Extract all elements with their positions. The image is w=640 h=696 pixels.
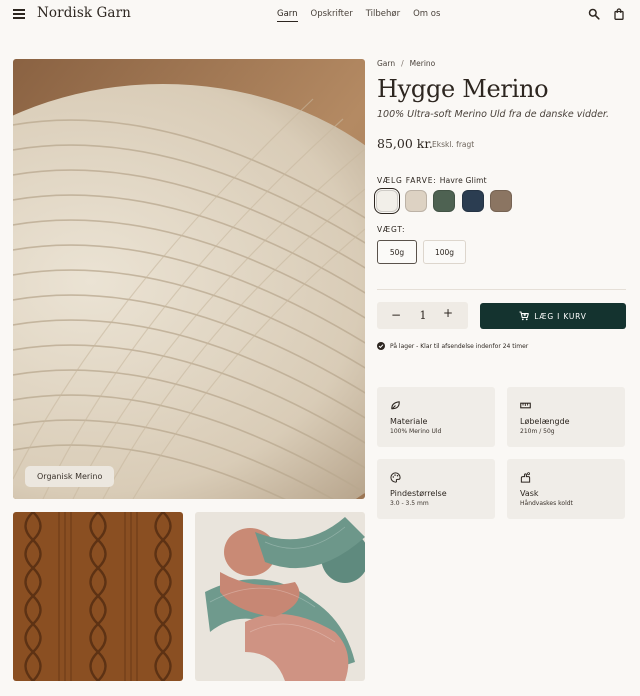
search-icon[interactable] [588, 8, 600, 20]
quantity-value[interactable]: 1 [418, 309, 428, 322]
menu-icon[interactable] [13, 9, 25, 19]
product-subtitle: 100% Ultra-soft Merino Uld fra de danske… [377, 109, 609, 120]
nav-item-om-os[interactable]: Om os [413, 9, 440, 22]
cable-knit-image [13, 512, 183, 681]
ruler-icon [520, 402, 531, 409]
feature-card-wash: Vask Håndvaskes koldt [507, 459, 625, 519]
feature-card-material: Materiale 100% Merino Uld [377, 387, 495, 447]
weight-option-50g[interactable]: 50g [377, 240, 417, 264]
weight-label: VÆGT: [377, 225, 406, 234]
divider [377, 289, 626, 290]
feature-title: Pindestørrelse [390, 489, 447, 498]
organic-badge: Organisk Merino [25, 466, 115, 487]
increase-quantity-button[interactable]: + [443, 306, 455, 320]
brand-logo[interactable]: Nordisk Garn [37, 5, 131, 21]
stock-text: På lager - Klar til afsendelse indenfor … [390, 342, 529, 350]
feature-value: 210m / 50g [520, 428, 555, 435]
yarn-skeins-image [195, 512, 365, 681]
hand-wash-icon [520, 472, 531, 483]
feature-value: 3.0 - 3.5 mm [390, 500, 429, 507]
price-note: Ekskl. fragt [432, 140, 475, 149]
breadcrumb-garn[interactable]: Garn [377, 59, 395, 68]
add-to-cart-label: LÆG I KURV [534, 311, 587, 321]
decrease-quantity-button[interactable]: − [391, 308, 403, 322]
site-header: Nordisk Garn Garn Opskrifter Tilbehør Om… [0, 0, 640, 30]
product-main-image[interactable]: Organisk Merino [13, 59, 365, 499]
nav-item-garn[interactable]: Garn [277, 9, 298, 22]
quantity-stepper: − 1 + [377, 302, 468, 329]
thumbnail-skeins[interactable] [195, 512, 365, 681]
add-to-cart-button[interactable]: LÆG I KURV [480, 303, 626, 329]
color-label: VÆLG FARVE: Havre Glimt [377, 176, 487, 185]
breadcrumb-separator: / [401, 59, 404, 68]
color-swatch-2[interactable] [404, 190, 427, 212]
feature-card-needle-size: Pindestørrelse 3.0 - 3.5 mm [377, 459, 495, 519]
shopping-bag-icon[interactable] [613, 8, 625, 20]
nav-item-tilbehor[interactable]: Tilbehør [366, 9, 400, 22]
yarn-ball-image [13, 59, 365, 499]
color-swatch-4[interactable] [461, 190, 484, 212]
leaf-icon [391, 401, 400, 410]
feature-title: Materiale [390, 417, 428, 426]
weight-options: 50g 100g [377, 240, 472, 264]
product-title: Hygge Merino [377, 75, 549, 103]
selected-color-name: Havre Glimt [439, 176, 487, 185]
weight-option-100g[interactable]: 100g [423, 240, 466, 264]
color-swatch-3[interactable] [433, 190, 455, 212]
feature-card-length: Løbelængde 210m / 50g [507, 387, 625, 447]
product-price: 85,00 kr. [377, 136, 433, 151]
feature-value: Håndvaskes koldt [520, 500, 573, 507]
feature-value: 100% Merino Uld [390, 428, 442, 435]
color-swatch-5[interactable] [490, 190, 512, 212]
palette-icon [390, 472, 401, 483]
feature-title: Vask [520, 489, 539, 498]
color-swatches [373, 187, 519, 215]
main-nav: Garn Opskrifter Tilbehør Om os [277, 9, 453, 22]
breadcrumb: Garn / Merino [377, 59, 435, 68]
thumbnail-cable-knit[interactable] [13, 512, 183, 681]
nav-item-opskrifter[interactable]: Opskrifter [311, 9, 353, 22]
color-swatch-1[interactable] [373, 187, 401, 215]
breadcrumb-merino[interactable]: Merino [410, 59, 436, 68]
cart-icon [519, 311, 530, 321]
feature-title: Løbelængde [520, 417, 570, 426]
stock-status: På lager - Klar til afsendelse indenfor … [377, 342, 528, 350]
check-circle-icon [377, 342, 385, 350]
color-label-text: VÆLG FARVE: [377, 176, 437, 185]
